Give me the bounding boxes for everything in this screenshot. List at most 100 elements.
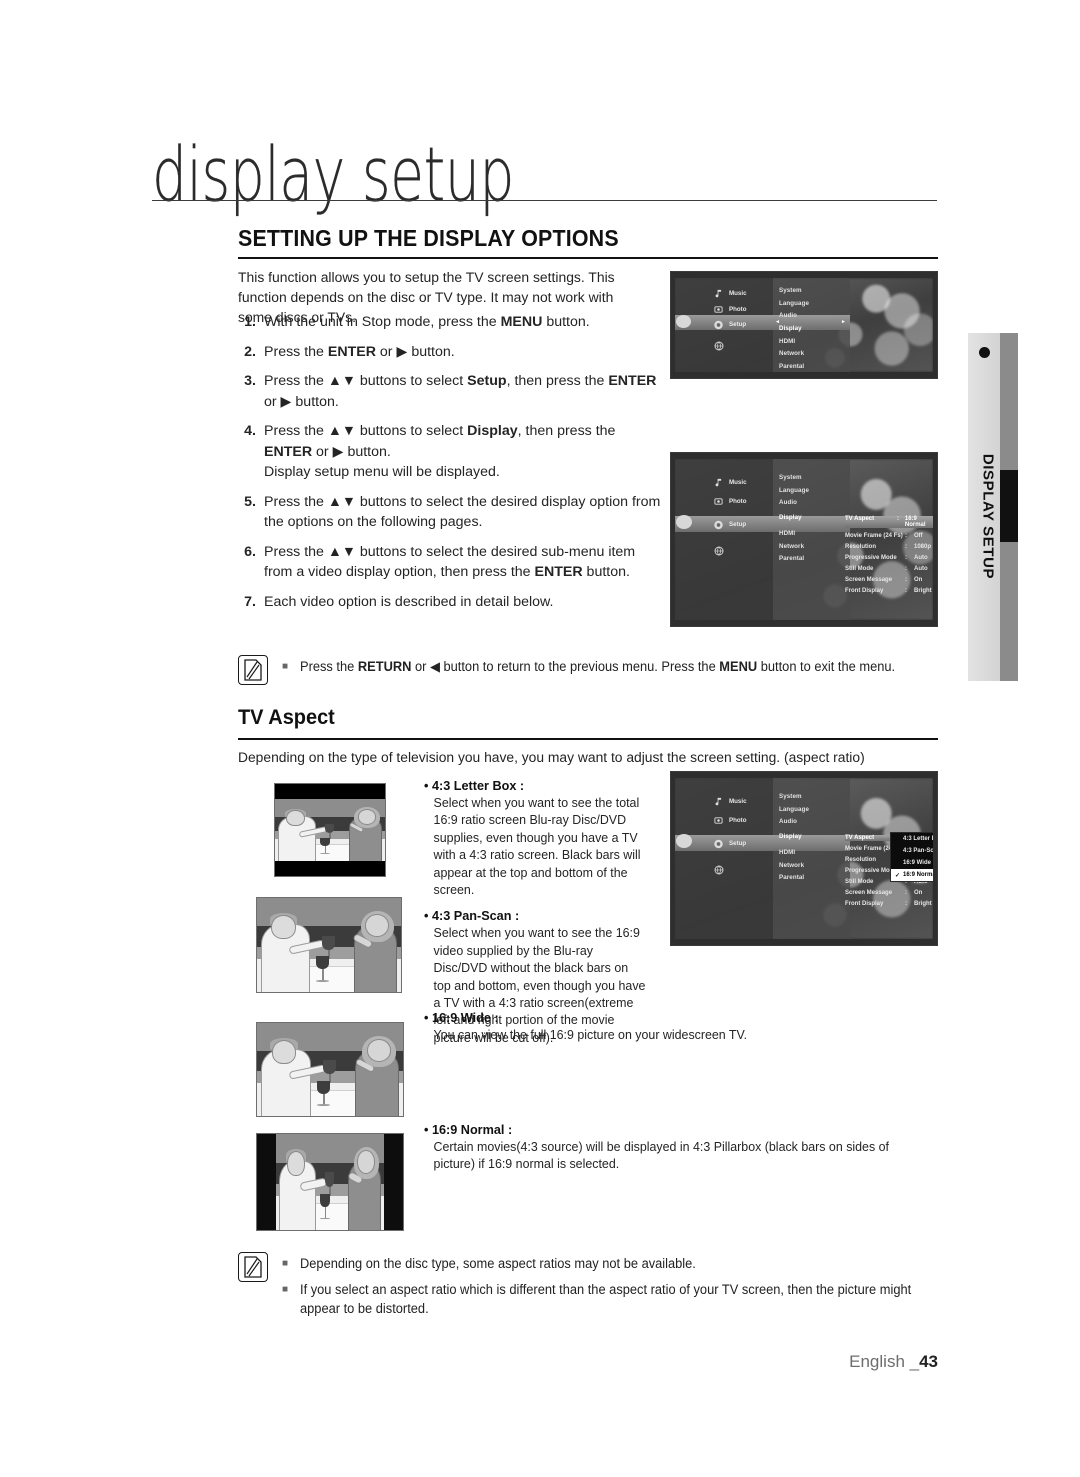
osd-setting-label: Front Display (845, 901, 884, 907)
osd-nav-photo[interactable]: Photo (713, 815, 747, 826)
osd-menu-parental[interactable]: Parental (779, 555, 809, 562)
osd-setting-colon: : (905, 890, 907, 896)
osd-nav-setup[interactable]: Setup (713, 319, 746, 330)
osd-menu-hdmi[interactable]: HDMI (779, 530, 809, 537)
gear-icon (713, 838, 724, 849)
osd-menu-network[interactable]: Network (779, 350, 809, 357)
osd-nav-music[interactable]: Music (713, 796, 747, 807)
letterbox-illustration (274, 783, 386, 877)
aspect-option-desc: You can view the full 16:9 picture on yo… (433, 1027, 748, 1042)
osd-setting-label: Resolution (845, 544, 876, 550)
osd-setting-row[interactable]: Screen Message: On (845, 577, 933, 583)
osd-setting-colon: : (905, 577, 907, 583)
osd-highlight-row (675, 315, 851, 330)
music-note-icon (713, 477, 724, 488)
aspect-option-desc: Select when you want to see the total 16… (433, 795, 641, 898)
footer-language: English _ (849, 1352, 920, 1371)
osd-nav-music[interactable]: Music (713, 288, 747, 299)
step-number: 2. (244, 343, 256, 360)
osd-menu-column: System Language Audio Display HDMI Netwo… (779, 287, 809, 372)
osd-nav-globe[interactable] (713, 864, 729, 875)
osd-menu-system[interactable]: System (779, 793, 809, 800)
note-item: ■ If you select an aspect ratio which is … (282, 1280, 948, 1318)
osd-right-arrow-icon: ► (841, 319, 846, 325)
osd-nav-photo[interactable]: Photo (713, 496, 747, 507)
tv-aspect-intro: Depending on the type of television you … (238, 750, 865, 766)
globe-icon (713, 864, 724, 875)
aspect-option-title: 16:9 Wide : (424, 1010, 923, 1025)
osd-setting-value: Auto (914, 555, 928, 561)
aspect-option-desc: Certain movies(4:3 source) will be displ… (433, 1139, 889, 1172)
note-text: Depending on the disc type, some aspect … (300, 1256, 696, 1271)
osd-menu-network[interactable]: Network (779, 862, 809, 869)
page-title: display setup (152, 131, 515, 220)
osd-menu-system[interactable]: System (779, 287, 809, 294)
osd-settings-rows: TV Aspect:16:9 Normal Movie Frame (24 Fs)… (845, 516, 933, 599)
tv-aspect-heading: TV Aspect (238, 706, 335, 729)
osd-menu-display[interactable]: Display (779, 514, 809, 521)
osd-setting-row[interactable]: Resolution: 1080p (845, 544, 933, 550)
osd-nav-setup-label: Setup (729, 840, 747, 847)
osd-menu-audio[interactable]: Audio (779, 818, 809, 825)
page-footer: English _43 (0, 1352, 938, 1372)
osd-menu-language[interactable]: Language (779, 806, 809, 813)
osd-nav-photo-label: Photo (729, 498, 747, 505)
osd-setting-row[interactable]: Progressive Mode: Auto (845, 555, 933, 561)
globe-icon (713, 340, 724, 351)
osd-left-arrow-icon: ◄ (775, 319, 780, 325)
dropdown-option[interactable]: ✓16:9 Normal (891, 869, 933, 881)
osd-setting-row[interactable]: Still Mode: Auto (845, 566, 933, 572)
osd-setting-row[interactable]: Screen Message: On (845, 890, 932, 896)
steps-list: 1. With the unit in Stop mode, press the … (238, 312, 663, 621)
osd-menu-network[interactable]: Network (779, 543, 809, 550)
osd-setting-label: Still Mode (845, 566, 874, 572)
osd-setting-row[interactable]: Front Display: Bright (845, 588, 933, 594)
osd-setting-value: Auto (914, 566, 928, 572)
osd-menu-language[interactable]: Language (779, 300, 809, 307)
dropdown-option[interactable]: 4:3 Letter Box (891, 833, 933, 845)
osd-setting-row[interactable]: TV Aspect:16:9 Normal (845, 516, 933, 528)
note-text: If you select an aspect ratio which is d… (300, 1282, 912, 1316)
osd-menu-display[interactable]: Display (779, 325, 809, 332)
osd-menu-audio[interactable]: Audio (779, 312, 809, 319)
osd-menu-column: System Language Audio Display HDMI Netwo… (779, 793, 809, 887)
osd-menu-audio[interactable]: Audio (779, 499, 809, 506)
step-item: 6. Press the ▲▼ buttons to select the des… (238, 542, 663, 583)
osd-nav-photo[interactable]: Photo (713, 304, 747, 315)
osd-menu-parental[interactable]: Parental (779, 874, 809, 881)
osd-highlight-row (675, 516, 851, 532)
gear-icon (713, 319, 724, 330)
osd-nav-setup[interactable]: Setup (713, 838, 746, 849)
step-text: Press the ▲▼ buttons to select the desir… (264, 493, 661, 531)
osd-setting-value: On (914, 890, 923, 896)
osd-setting-row[interactable]: Movie Frame (24 Fs): Off (845, 533, 933, 539)
osd-setting-label: Progressive Mode (845, 555, 897, 561)
manual-page: display setup SETTING UP THE DISPLAY OPT… (0, 0, 1080, 1477)
osd-nav-globe[interactable] (713, 545, 729, 556)
osd-menu-column: System Language Audio Display HDMI Netwo… (779, 474, 809, 568)
dropdown-option[interactable]: 16:9 Wide (891, 857, 933, 869)
disc-icon (676, 515, 692, 529)
step-text: Press the ▲▼ buttons to select the desir… (264, 543, 636, 581)
osd-highlight-row (675, 835, 851, 851)
osd-menu-hdmi[interactable]: HDMI (779, 338, 809, 345)
osd-setting-row[interactable]: Front Display: Bright (845, 901, 932, 907)
tv-aspect-dropdown[interactable]: 4:3 Letter Box4:3 Pan-Scan16:9 Wide✓16:9… (890, 832, 933, 882)
wide-illustration (256, 1022, 404, 1117)
step-number: 6. (244, 543, 256, 560)
dropdown-option[interactable]: 4:3 Pan-Scan (891, 845, 933, 857)
osd-menu-display[interactable]: Display (779, 833, 809, 840)
note-text: Press the RETURN or ◀ button to return t… (300, 659, 896, 674)
aspect-option-title: 4:3 Pan-Scan : (424, 908, 647, 923)
osd-menu-hdmi[interactable]: HDMI (779, 849, 809, 856)
osd-nav-music[interactable]: Music (713, 477, 747, 488)
note-pencil-icon (238, 1252, 268, 1282)
osd-menu-system[interactable]: System (779, 474, 809, 481)
aspect-option-title: 16:9 Normal : (424, 1122, 933, 1137)
osd-nav-globe[interactable] (713, 340, 729, 351)
osd-setting-value: Bright (914, 588, 932, 594)
osd-nav-setup[interactable]: Setup (713, 519, 746, 530)
osd-menu-language[interactable]: Language (779, 487, 809, 494)
osd-menu-parental[interactable]: Parental (779, 363, 809, 370)
osd-setting-value: Bright (914, 901, 932, 907)
